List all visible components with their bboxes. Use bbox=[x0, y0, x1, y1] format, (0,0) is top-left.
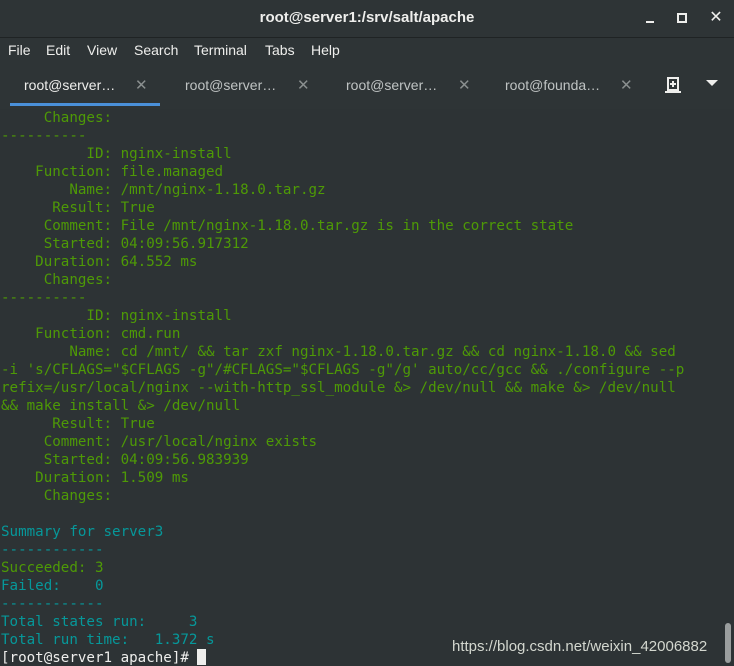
terminal-line: ------------ bbox=[1, 596, 104, 612]
tab-2[interactable]: root@server… ✕ bbox=[170, 64, 320, 109]
tab-4[interactable]: root@founda… ✕ bbox=[491, 64, 641, 109]
terminal-line: Duration: 1.509 ms bbox=[1, 470, 189, 486]
terminal-line: Total run time: 1.372 s bbox=[1, 632, 215, 648]
menu-help[interactable]: Help bbox=[311, 42, 340, 58]
terminal-line: ---------- bbox=[1, 128, 87, 144]
tab-close-icon[interactable]: ✕ bbox=[297, 76, 310, 94]
tab-close-icon[interactable]: ✕ bbox=[135, 76, 148, 94]
terminal-line: Name: cd /mnt/ && tar zxf nginx-1.18.0.t… bbox=[1, 344, 676, 360]
scrollbar-thumb[interactable] bbox=[725, 623, 731, 663]
terminal-line: Failed: 0 bbox=[1, 578, 104, 594]
window-title: root@server1:/srv/salt/apache bbox=[259, 9, 475, 26]
tab-bar: root@server… ✕ root@server… ✕ root@serve… bbox=[0, 64, 734, 110]
close-button[interactable]: ✕ bbox=[706, 8, 726, 28]
tab-label: root@server… bbox=[185, 77, 277, 93]
terminal-line: Result: True bbox=[1, 200, 155, 216]
menu-search[interactable]: Search bbox=[134, 42, 178, 58]
close-icon: ✕ bbox=[709, 9, 723, 26]
maximize-icon bbox=[677, 13, 687, 23]
terminal-line: Started: 04:09:56.983939 bbox=[1, 452, 249, 468]
terminal-line: && make install &> /dev/null bbox=[1, 398, 241, 414]
title-bar[interactable]: root@server1:/srv/salt/apache ✕ bbox=[0, 0, 734, 38]
terminal-line: Started: 04:09:56.917312 bbox=[1, 236, 249, 252]
shell-prompt-line[interactable]: [root@server1 apache]# bbox=[1, 649, 207, 666]
tabs-menu-chevron-down-icon[interactable] bbox=[706, 80, 718, 86]
minimize-icon bbox=[646, 21, 654, 23]
terminal-line: ID: nginx-install bbox=[1, 308, 232, 324]
menu-terminal[interactable]: Terminal bbox=[194, 42, 247, 58]
active-tab-indicator bbox=[10, 103, 160, 106]
terminal-line: Succeeded: 3 bbox=[1, 560, 104, 576]
terminal-line: -i 's/CFLAGS="$CFLAGS -g"/#CFLAGS="$CFLA… bbox=[1, 362, 685, 378]
tab-3[interactable]: root@server… ✕ bbox=[331, 64, 481, 109]
tab-close-icon[interactable]: ✕ bbox=[458, 76, 471, 94]
terminal-line: Function: file.managed bbox=[1, 164, 224, 180]
terminal-line: ---------- bbox=[1, 290, 87, 306]
terminal-line: Name: /mnt/nginx-1.18.0.tar.gz bbox=[1, 182, 326, 198]
shell-prompt: [root@server1 apache]# bbox=[1, 650, 198, 666]
terminal-line: Summary for server3 bbox=[1, 524, 164, 540]
menu-tabs[interactable]: Tabs bbox=[265, 42, 295, 58]
terminal-line: Comment: /usr/local/nginx exists bbox=[1, 434, 318, 450]
terminal-line: ------------ bbox=[1, 542, 104, 558]
terminal-line: ID: nginx-install bbox=[1, 146, 232, 162]
minimize-button[interactable] bbox=[640, 8, 660, 28]
terminal-line: Result: True bbox=[1, 416, 155, 432]
scrollbar[interactable] bbox=[722, 109, 734, 666]
terminal-line: Duration: 64.552 ms bbox=[1, 254, 198, 270]
tab-label: root@founda… bbox=[505, 77, 601, 93]
terminal-line: Changes: bbox=[1, 488, 113, 504]
text-cursor bbox=[197, 649, 207, 665]
terminal-window: root@server1:/srv/salt/apache ✕ File Edi… bbox=[0, 0, 734, 666]
menu-bar: File Edit View Search Terminal Tabs Help bbox=[0, 38, 734, 64]
terminal-line: Function: cmd.run bbox=[1, 326, 181, 342]
tab-label: root@server… bbox=[346, 77, 438, 93]
tab-1[interactable]: root@server… ✕ bbox=[10, 64, 160, 109]
tab-close-icon[interactable]: ✕ bbox=[620, 76, 633, 94]
menu-file[interactable]: File bbox=[8, 42, 31, 58]
tab-label: root@server… bbox=[24, 77, 116, 93]
terminal-line: Comment: File /mnt/nginx-1.18.0.tar.gz i… bbox=[1, 218, 574, 234]
terminal-line: Changes: bbox=[1, 110, 113, 126]
terminal-line: Total states run: 3 bbox=[1, 614, 198, 630]
menu-view[interactable]: View bbox=[87, 42, 117, 58]
terminal-line: refix=/usr/local/nginx --with-http_ssl_m… bbox=[1, 380, 676, 396]
terminal-line: Changes: bbox=[1, 272, 113, 288]
new-tab-icon[interactable] bbox=[664, 76, 682, 94]
maximize-button[interactable] bbox=[672, 8, 692, 28]
watermark: https://blog.csdn.net/weixin_42006882 bbox=[452, 638, 708, 655]
terminal-output[interactable]: Changes: ---------- ID: nginx-install Fun… bbox=[0, 109, 722, 666]
menu-edit[interactable]: Edit bbox=[46, 42, 70, 58]
